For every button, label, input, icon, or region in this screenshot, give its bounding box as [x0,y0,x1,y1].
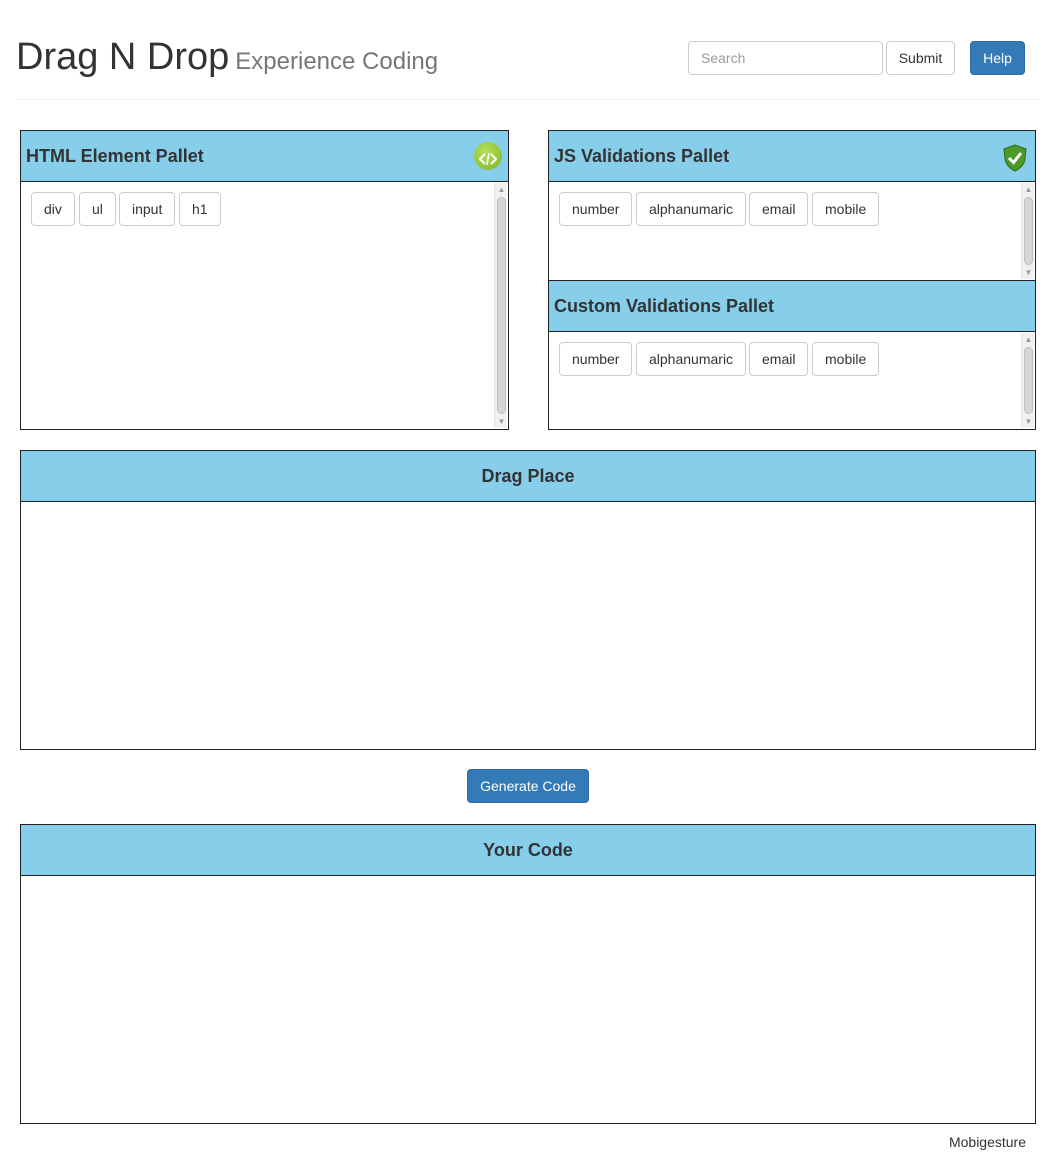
js-chip-email[interactable]: email [749,192,809,226]
scroll-down-icon[interactable]: ▼ [497,417,506,426]
html-pallet-header: HTML Element Pallet [21,131,508,182]
js-chip-mobile[interactable]: mobile [812,192,880,226]
custom-chip-mobile[interactable]: mobile [812,342,880,376]
generate-code-button[interactable]: Generate Code [467,769,589,803]
html-pallet-body: div ul input h1 ▲ ▼ [21,182,508,429]
scroll-down-icon[interactable]: ▼ [1024,268,1033,277]
js-chip-number[interactable]: number [559,192,633,226]
custom-pallet-scrollbar[interactable]: ▲ ▼ [1021,333,1034,428]
your-code-title: Your Code [483,840,573,860]
js-chip-alphanumaric[interactable]: alphanumaric [636,192,747,226]
js-pallet-header: JS Validations Pallet [549,131,1035,182]
drag-place-header: Drag Place [21,451,1035,502]
custom-chip-alphanumaric[interactable]: alphanumaric [636,342,747,376]
js-pallet-body: number alphanumaric email mobile ▲ ▼ [549,182,1035,280]
code-icon [474,142,502,170]
submit-button[interactable]: Submit [886,41,955,75]
scroll-thumb[interactable] [1024,197,1033,265]
shield-check-icon [1003,141,1027,172]
scroll-down-icon[interactable]: ▼ [1024,417,1033,426]
custom-pallet-body: number alphanumaric email mobile ▲ ▼ [549,332,1035,429]
drag-place-panel: Drag Place [20,450,1036,750]
custom-chip-email[interactable]: email [749,342,809,376]
element-chip-input[interactable]: input [119,192,176,226]
page-subtitle: Experience Coding [235,48,439,75]
page-title: Drag N Drop Experience Coding [16,36,438,79]
scroll-up-icon[interactable]: ▲ [1024,185,1033,194]
custom-validations-pallet: Custom Validations Pallet number alphanu… [548,280,1036,430]
your-code-header: Your Code [21,825,1035,876]
element-chip-div[interactable]: div [31,192,75,226]
page-header: Drag N DropExperience Coding Submit Help [16,0,1040,100]
js-validations-pallet: JS Validations Pallet number alphanumari… [548,130,1036,281]
scroll-thumb[interactable] [1024,347,1033,414]
code-output[interactable] [21,876,1035,1123]
custom-pallet-title: Custom Validations Pallet [554,296,775,316]
js-pallet-scrollbar[interactable]: ▲ ▼ [1021,183,1034,279]
custom-chip-number[interactable]: number [559,342,633,376]
custom-pallet-header: Custom Validations Pallet [549,281,1035,332]
element-chip-ul[interactable]: ul [79,192,116,226]
drop-zone[interactable] [21,502,1035,749]
search-input[interactable] [688,41,883,75]
your-code-panel: Your Code [20,824,1036,1124]
scroll-thumb[interactable] [497,197,506,414]
js-pallet-title: JS Validations Pallet [554,146,730,166]
drag-place-title: Drag Place [481,466,575,486]
scroll-up-icon[interactable]: ▲ [497,185,506,194]
scroll-up-icon[interactable]: ▲ [1024,335,1033,344]
help-button[interactable]: Help [970,41,1025,75]
title-text: Drag N Drop [16,36,230,78]
element-chip-h1[interactable]: h1 [179,192,221,226]
html-element-pallet: HTML Element Pallet div ul input h1 ▲ ▼ [20,130,509,430]
html-pallet-scrollbar[interactable]: ▲ ▼ [494,183,507,428]
html-pallet-title: HTML Element Pallet [26,146,204,166]
footer-text: Mobigesture [948,1134,1026,1150]
